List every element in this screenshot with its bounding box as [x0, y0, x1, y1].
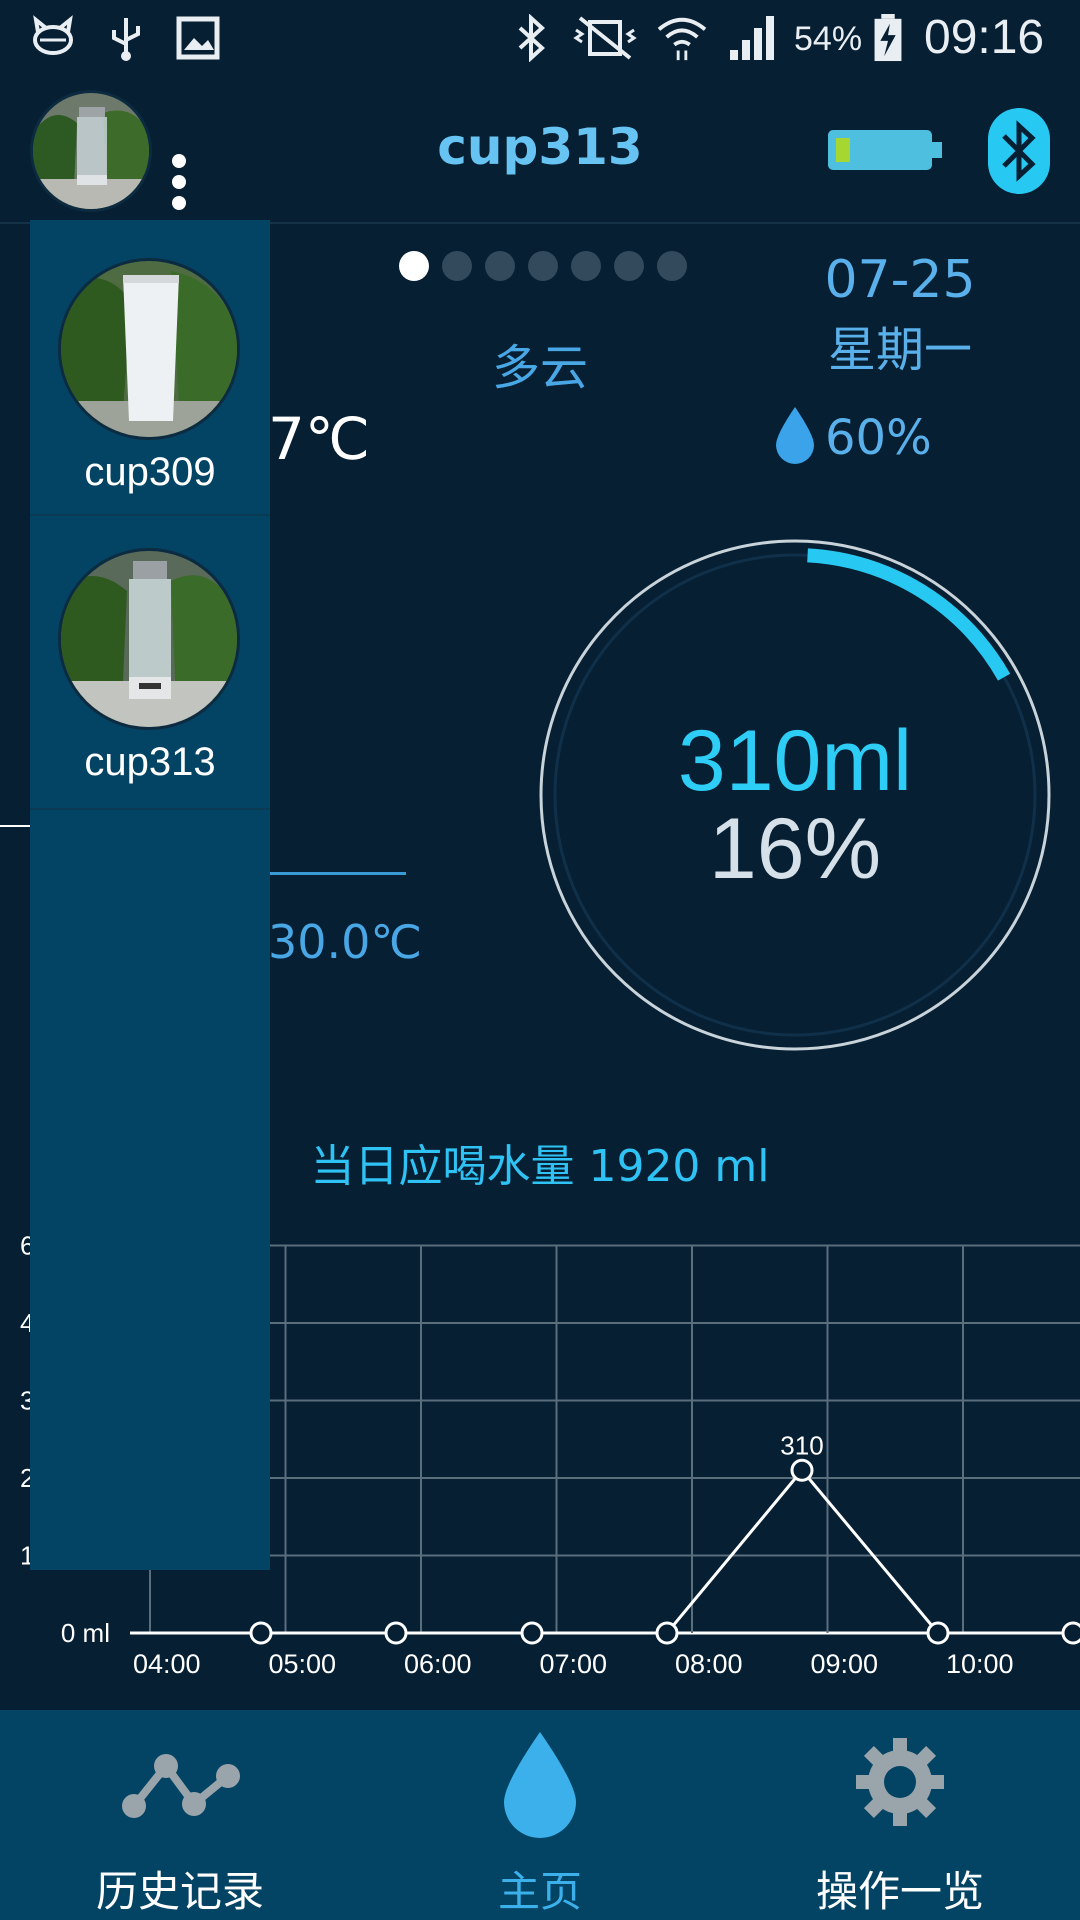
page-dot: [571, 251, 601, 281]
page-dot: [657, 251, 687, 281]
clock: 09:16: [924, 11, 1045, 64]
page-dot: [399, 251, 429, 281]
chart-series-line: [136, 1467, 1073, 1635]
chart-data-labels: 310: [780, 1430, 823, 1460]
intake-percent: 16%: [708, 801, 882, 897]
image-icon: [176, 16, 220, 60]
page-dot: [442, 251, 472, 281]
page-dot: [485, 251, 515, 281]
humidity-drop-icon: [776, 407, 814, 464]
cup-battery-icon: [828, 130, 942, 170]
status-bar: 54% 09:16: [0, 0, 1080, 78]
signal-icon: [730, 16, 774, 60]
cup313-avatar: [58, 548, 240, 730]
chart-grid: [130, 1244, 1080, 1635]
page-dot: [614, 251, 644, 281]
cup309-avatar: [58, 258, 240, 440]
chart-y-tick-label: 0 ml: [61, 1618, 110, 1648]
weather-condition: 多云: [491, 340, 588, 396]
bottom-nav: 历史记录 主页 操作一览: [0, 1710, 1080, 1920]
chart-point: [520, 1621, 544, 1645]
humidity-value: 60%: [825, 410, 932, 466]
bluetooth-icon[interactable]: [988, 108, 1050, 194]
chart-point: [1061, 1621, 1080, 1645]
chart-x-tick-label: 05:00: [269, 1649, 337, 1679]
chart-x-tick-label: 09:00: [811, 1649, 879, 1679]
chart-x-tick-label: 08:00: [675, 1649, 743, 1679]
dropdown-item-cup313[interactable]: cup313: [30, 514, 270, 810]
chart-point: [926, 1621, 950, 1645]
chart-x-tick-label: 04:00: [133, 1649, 201, 1679]
nav-home-label: 主页: [497, 1867, 582, 1916]
chart-point: [655, 1621, 679, 1645]
page-dot: [528, 251, 558, 281]
chart-x-tick-label: 06:00: [404, 1649, 472, 1679]
nav-operations-label: 操作一览: [815, 1867, 984, 1916]
history-graph-icon: [122, 1754, 240, 1818]
dropdown-item-label: cup313: [84, 740, 216, 784]
nav-home[interactable]: 主页: [360, 1710, 720, 1920]
chart-x-tick-label: 07:00: [540, 1649, 608, 1679]
battery-charging-icon: [874, 14, 902, 62]
nav-history[interactable]: 历史记录: [0, 1710, 360, 1920]
chart-data-label: 310: [780, 1430, 823, 1460]
chart-point: [790, 1458, 814, 1482]
wifi-icon: [657, 17, 707, 61]
dropdown-item-label: cup309: [84, 450, 216, 494]
chart-point: [384, 1621, 408, 1645]
chart-x-ticks: 04:00 05:00 06:00 07:00 08:00 09:00 10:00: [133, 1649, 1014, 1679]
date: 07-25: [824, 250, 976, 310]
chart-x-tick-label: 10:00: [946, 1649, 1014, 1679]
water-drop-icon: [504, 1732, 576, 1838]
gear-icon: [856, 1738, 944, 1826]
outdoor-temperature: 7℃: [268, 405, 371, 473]
intake-ml: 310ml: [677, 713, 913, 809]
bluetooth-icon: [518, 14, 545, 62]
chart-point: [249, 1621, 273, 1645]
vibrate-off-icon: [573, 16, 637, 60]
cup-temperature: 30.0℃: [268, 915, 423, 969]
battery-percent: 54%: [794, 20, 863, 58]
divider: [268, 872, 406, 875]
nav-history-label: 历史记录: [95, 1867, 264, 1916]
chart-points: [249, 1458, 1080, 1645]
weekday: 星期一: [827, 322, 972, 378]
cat-icon: [33, 15, 73, 55]
dropdown-item-cup309[interactable]: cup309: [30, 220, 270, 516]
usb-icon: [112, 18, 140, 61]
divider: [0, 825, 30, 827]
device-dropdown: cup309 cup313: [30, 220, 270, 1570]
nav-operations[interactable]: 操作一览: [720, 1710, 1080, 1920]
